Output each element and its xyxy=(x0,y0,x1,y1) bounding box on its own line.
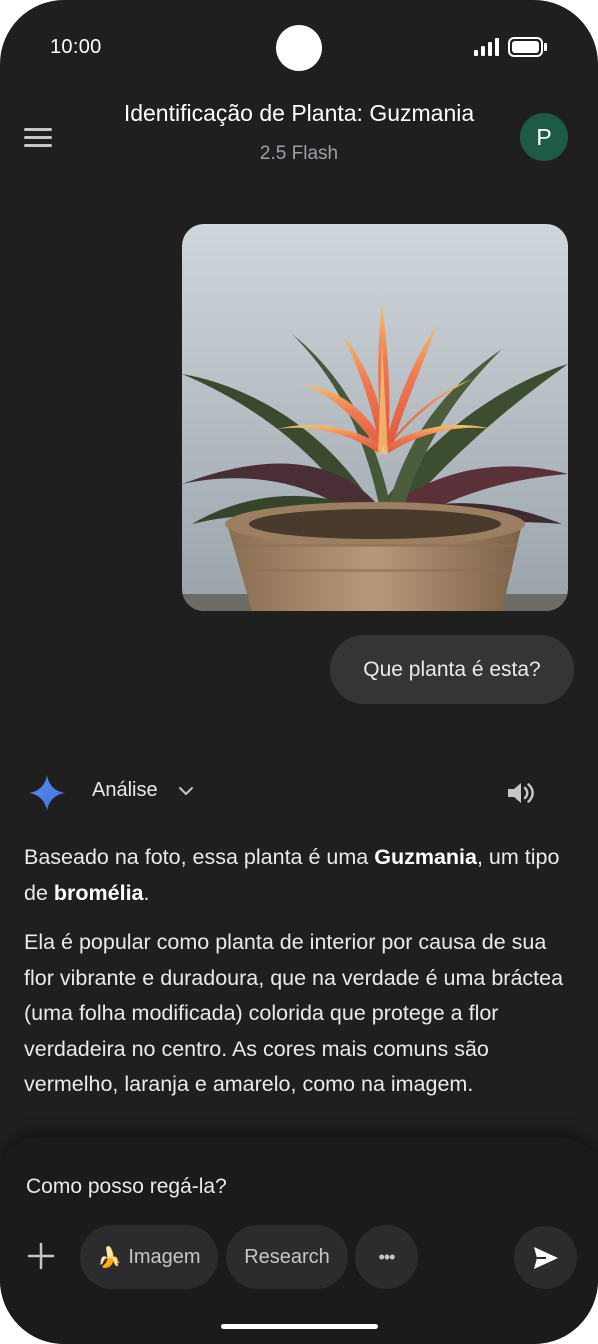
conversation-title[interactable]: Identificação de Planta: Guzmania xyxy=(0,100,598,127)
prompt-input[interactable]: Como posso regá-la? xyxy=(26,1175,227,1199)
attached-plant-photo[interactable] xyxy=(182,224,568,611)
user-message-bubble[interactable]: Que planta é esta? xyxy=(330,635,574,704)
home-indicator[interactable] xyxy=(221,1324,378,1329)
response-paragraph-2: Ela é popular como planta de interior po… xyxy=(24,930,564,1096)
image-chip[interactable]: 🍌 Imagem xyxy=(80,1225,218,1289)
research-chip[interactable]: Research xyxy=(226,1225,348,1289)
status-icons xyxy=(474,37,548,57)
assistant-response: Baseado na foto, essa planta é uma Guzma… xyxy=(24,840,564,1117)
plant-name: Guzmania xyxy=(374,845,477,869)
more-dots-icon: ••• xyxy=(378,1246,396,1267)
chevron-down-icon xyxy=(178,786,193,795)
phone-screen: 10:00 Identificação de Planta: Guzmania … xyxy=(0,0,598,1344)
signal-icon xyxy=(474,38,499,56)
more-options-button[interactable]: ••• xyxy=(355,1225,418,1289)
status-time: 10:00 xyxy=(50,36,102,58)
model-name[interactable]: 2.5 Flash xyxy=(0,143,598,165)
send-icon xyxy=(533,1246,558,1269)
avatar[interactable]: P xyxy=(520,113,568,161)
analysis-mode-dropdown[interactable]: Análise xyxy=(92,779,194,802)
add-icon[interactable] xyxy=(26,1241,56,1271)
banana-icon: 🍌 xyxy=(97,1246,123,1269)
analysis-mode-label: Análise xyxy=(92,779,158,801)
send-button[interactable] xyxy=(514,1226,577,1289)
speaker-icon[interactable] xyxy=(506,779,538,807)
battery-icon xyxy=(508,37,547,57)
response-paragraph-1: Baseado na foto, essa planta é uma Guzma… xyxy=(24,845,560,905)
image-chip-label: Imagem xyxy=(128,1245,201,1268)
research-chip-label: Research xyxy=(244,1245,330,1268)
plant-family: bromélia xyxy=(53,880,144,905)
gemini-sparkle-icon xyxy=(29,775,65,811)
camera-cutout xyxy=(276,25,322,71)
